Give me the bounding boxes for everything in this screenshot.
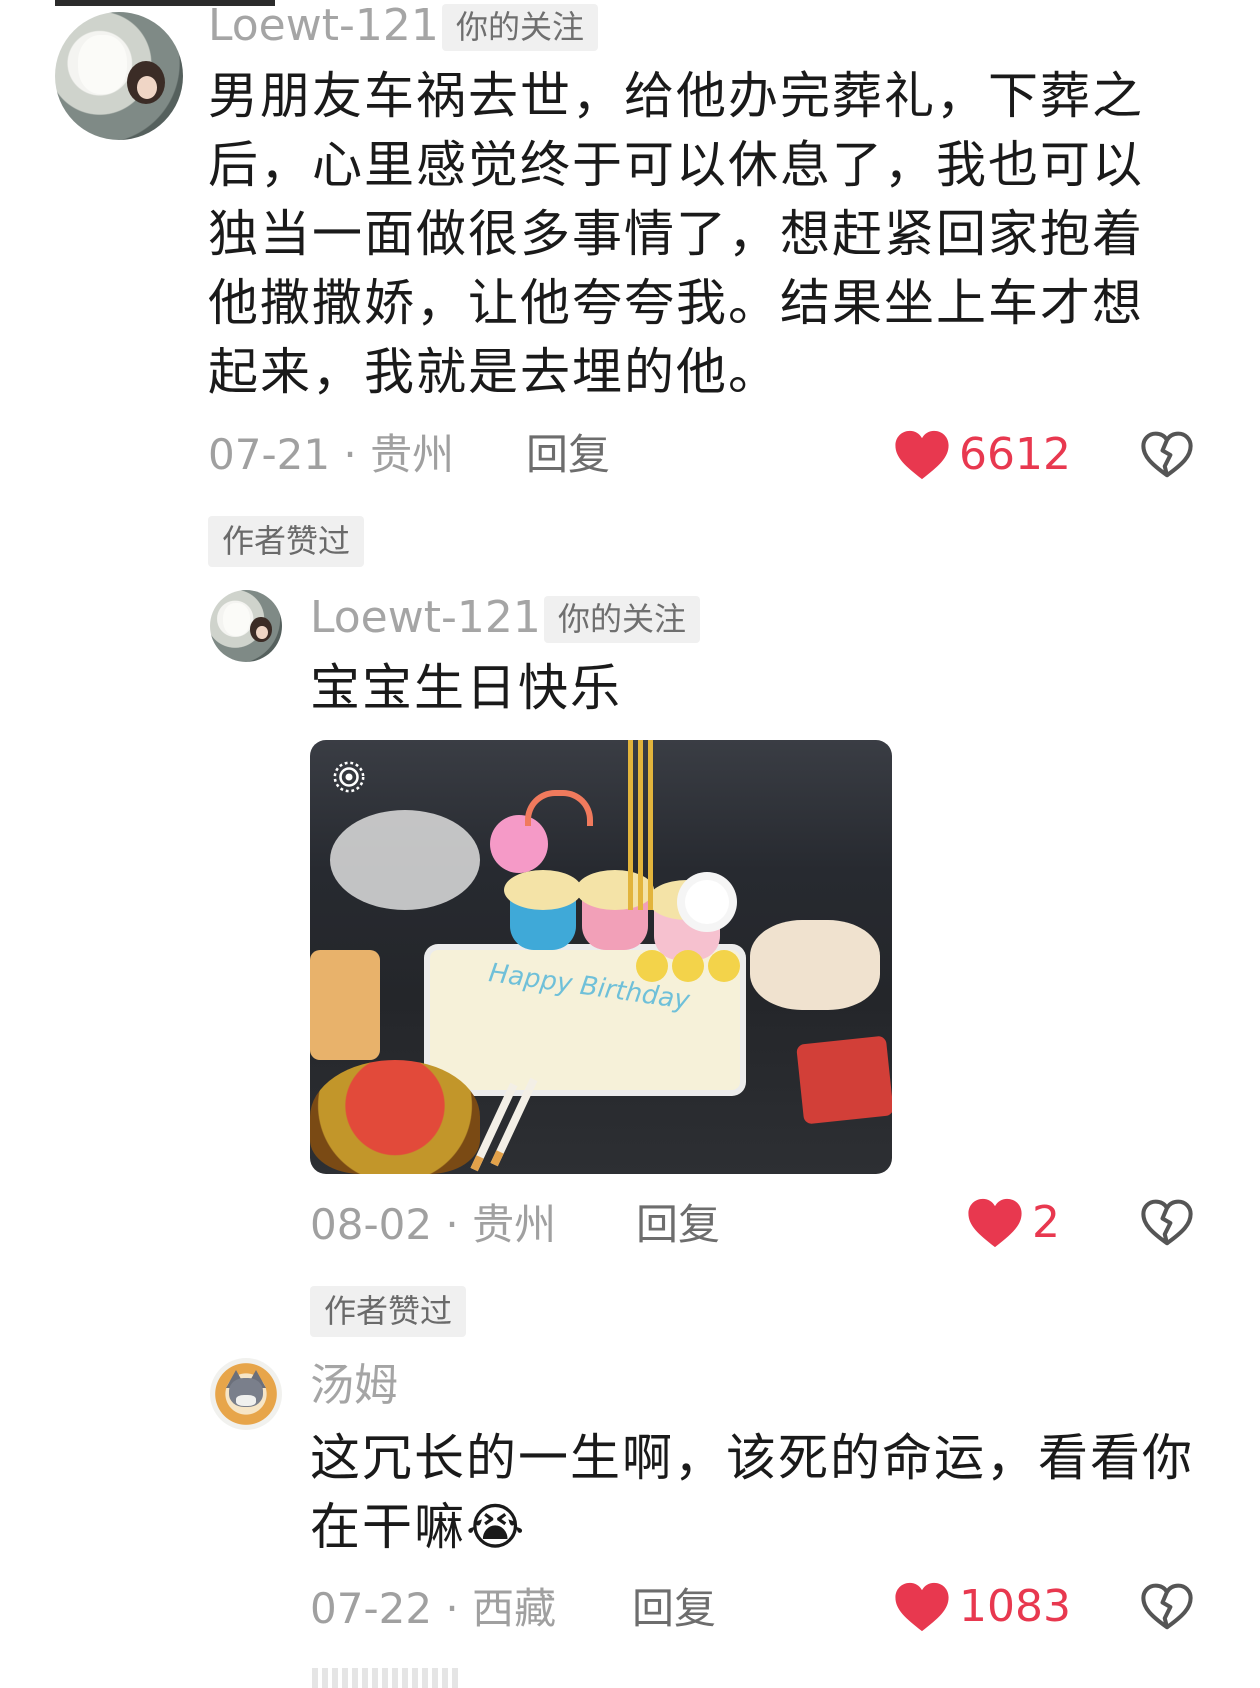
follow-tag: 你的关注 [442,4,599,52]
reply-button[interactable]: 回复 [526,434,610,476]
like-button[interactable]: 6612 [893,428,1071,482]
comment-line: 后，心里感觉终于可以休息了，我也可以 [208,136,1144,194]
author-liked-badge: 作者赞过 [310,1286,467,1338]
heart-icon [895,1582,949,1632]
username[interactable]: Loewt-121 [208,4,439,48]
avatar-cat-mouth [235,1395,257,1406]
reply-button[interactable]: 回复 [632,1588,716,1630]
photo-daisy [685,880,729,924]
like-count: 1083 [959,1581,1071,1632]
comment-line: 起来，我就是去埋的他。 [208,343,780,401]
comment-line: 独当一面做很多事情了，想赶紧回家抱着 [208,205,1144,263]
broken-heart-icon[interactable] [1140,1580,1194,1634]
photo-smiley [636,950,668,982]
reply-button[interactable]: 回复 [636,1204,720,1246]
comment-line: 这冗长的一生啊，该死的命运，看看你 [310,1429,1194,1487]
username[interactable]: 汤姆 [310,1364,398,1408]
avatar-dog [78,35,127,94]
photo-juice-box [796,1035,892,1125]
avatar[interactable] [210,590,282,662]
comment-meta: 07-22 · 西藏 [310,1584,557,1633]
comment-meta: 07-21 · 贵州 [208,430,455,479]
photo-smiley [672,950,704,982]
comment-text: 宝宝生日快乐 [310,659,622,717]
photo-bun [750,920,880,1010]
comment-meta: 08-02 · 贵州 [310,1200,557,1249]
photo-frosting [504,870,582,910]
broken-heart-icon[interactable] [1140,428,1194,482]
broken-heart-icon[interactable] [1140,1196,1194,1250]
comment-line: 在干嘛😭 [310,1498,527,1556]
photo-plate [330,810,480,910]
photo-bowl [310,1060,480,1174]
photo-incense [638,740,643,910]
avatar-dog [222,602,251,637]
like-button[interactable]: 2 [966,1196,1060,1250]
scan-icon[interactable] [332,760,366,794]
comment-line: 他撒撒娇，让他夸夸我。结果坐上车才想 [208,274,1144,332]
heart-icon [895,430,949,480]
photo-rainbow-topper [525,790,593,826]
comment-text: 男朋友车祸去世，给他办完葬礼，下葬之 后，心里感觉终于可以休息了，我也可以 独当… [208,62,1208,407]
next-comment-partial [312,1668,462,1688]
like-count: 6612 [959,429,1071,480]
photo-bread [310,950,380,1060]
comment-photo[interactable]: Happy Birthday [310,740,892,1174]
avatar[interactable] [210,1358,282,1430]
photo-smiley [708,950,740,982]
like-button[interactable]: 1083 [893,1580,1071,1634]
avatar[interactable] [55,12,183,140]
photo-incense [648,740,653,910]
like-count: 2 [1032,1197,1060,1248]
comment-text: 这冗长的一生啊，该死的命运，看看你 在干嘛😭 [310,1424,1230,1562]
username[interactable]: Loewt-121 [310,596,541,640]
author-liked-badge: 作者赞过 [208,516,365,568]
avatar-girl-face [256,626,268,639]
heart-icon [968,1198,1022,1248]
comment-line: 男朋友车祸去世，给他办完葬礼，下葬之 [208,67,1144,125]
follow-tag: 你的关注 [544,596,701,644]
photo-incense [628,740,633,910]
